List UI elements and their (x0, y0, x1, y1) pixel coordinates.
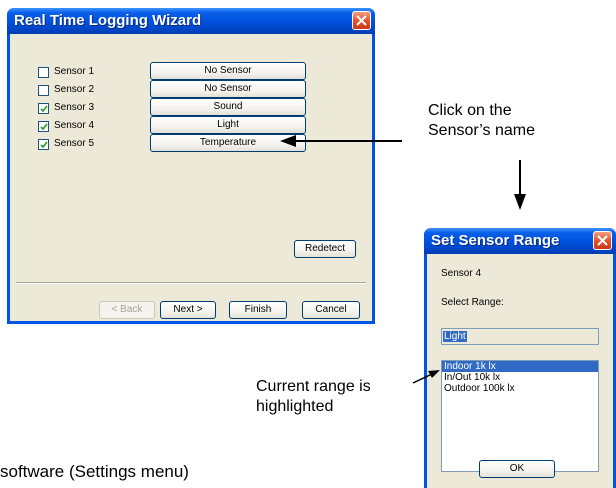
arrow-down-icon (514, 160, 526, 210)
arrow-to-selected-range-icon (412, 370, 440, 384)
annotation-arrows (280, 135, 526, 384)
figure-caption: software (Settings menu) (0, 462, 189, 481)
arrow-to-sensor-button-icon (280, 135, 402, 147)
